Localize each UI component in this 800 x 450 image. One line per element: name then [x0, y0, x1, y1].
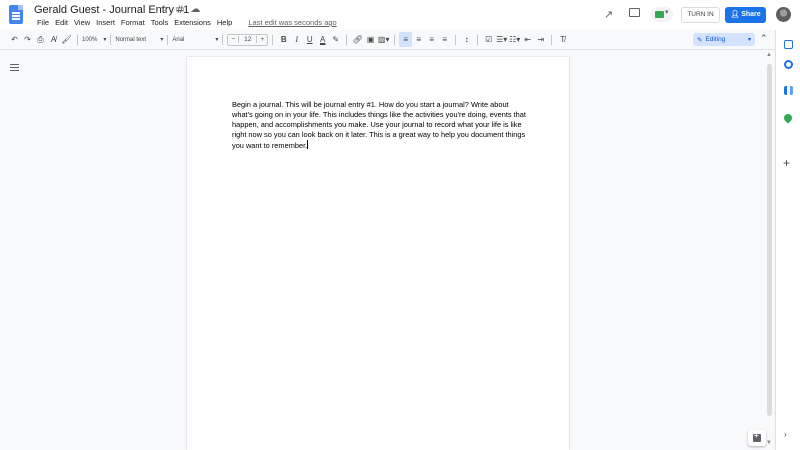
menu-view[interactable]: View [71, 18, 93, 27]
explore-icon[interactable] [748, 430, 766, 446]
keep-icon[interactable] [784, 60, 793, 69]
menu-edit[interactable]: Edit [52, 18, 71, 27]
scroll-down-icon[interactable]: ▼ [766, 440, 772, 446]
numbered-list-icon[interactable]: ☷▾ [508, 32, 521, 47]
document-page[interactable]: Begin a journal. This will be journal en… [187, 57, 569, 450]
chevron-down-icon: ▾ [160, 37, 164, 43]
bulleted-list-icon[interactable]: ☰▾ [495, 32, 508, 47]
formatting-toolbar: ↶ ↷ ⎙ A̸ 🖌︎ 100% ▾ Normal text ▾ Arial ▾ − … [8, 32, 774, 47]
underline-icon[interactable]: U [303, 32, 316, 47]
toolbar-divider [222, 34, 224, 45]
insert-image-icon[interactable]: ▨▾ [377, 32, 390, 47]
font-value: Arial [172, 36, 185, 43]
add-comment-icon[interactable]: ▣ [364, 32, 377, 47]
editing-mode-label: Editing [705, 36, 726, 43]
italic-icon[interactable]: I [290, 32, 303, 47]
zoom-value: 100% [82, 36, 98, 43]
share-person-icon: 👤︎ [730, 11, 742, 18]
vertical-scrollbar[interactable]: ▲ ▼ [766, 52, 774, 450]
title-bar: Gerald Guest - Journal Entry #1 ☆ ▭ ☁ Fi… [0, 0, 800, 30]
folder-icon[interactable]: ▭ [175, 4, 184, 15]
toolbar-divider [272, 34, 274, 45]
last-edit-link[interactable]: Last edit was seconds ago [245, 18, 339, 27]
font-size-control: − 12 + [227, 33, 269, 46]
spellcheck-icon[interactable]: A̸ [47, 32, 60, 47]
undo-icon[interactable]: ↶ [8, 32, 21, 47]
toolbar-divider [455, 34, 457, 45]
toolbar-divider [477, 34, 479, 45]
menu-tools[interactable]: Tools [148, 18, 172, 27]
decrease-font-size-button[interactable]: − [228, 36, 238, 43]
activity-trend-icon[interactable]: ↗ [604, 8, 613, 21]
toolbar-divider [551, 34, 553, 45]
pencil-icon: ✎ [697, 36, 703, 44]
menu-extensions[interactable]: Extensions [171, 18, 214, 27]
toolbar-divider [346, 34, 348, 45]
side-panel: + › [775, 30, 800, 450]
font-size-input[interactable]: 12 [238, 36, 258, 43]
scroll-thumb[interactable] [767, 64, 772, 416]
document-body[interactable]: Begin a journal. This will be journal en… [232, 100, 527, 151]
star-icon[interactable]: ☆ [160, 4, 169, 15]
share-label: Share [741, 11, 761, 18]
document-body-text: Begin a journal. This will be journal en… [232, 100, 526, 151]
zoom-select[interactable]: 100% ▾ [82, 32, 106, 47]
menu-help[interactable]: Help [214, 18, 235, 27]
decrease-indent-icon[interactable]: ⇤ [521, 32, 534, 47]
add-icon[interactable]: + [783, 156, 790, 170]
clear-formatting-icon[interactable]: T̸ [556, 32, 569, 47]
document-outline-icon[interactable] [10, 64, 19, 73]
menu-bar: File Edit View Insert Format Tools Exten… [34, 18, 340, 27]
checklist-icon[interactable]: ☑ [482, 32, 495, 47]
insert-link-icon[interactable]: 🔗︎ [351, 32, 364, 47]
toolbar-divider [394, 34, 396, 45]
toolbar-divider [167, 34, 169, 45]
text-color-icon[interactable]: A [316, 32, 329, 47]
turn-in-button[interactable]: TURN IN [681, 7, 720, 23]
tasks-icon[interactable] [784, 86, 793, 95]
docs-logo-icon[interactable] [9, 5, 23, 24]
increase-font-size-button[interactable]: + [257, 36, 267, 43]
align-right-icon[interactable]: ≡ [425, 32, 438, 47]
meet-icon[interactable] [651, 7, 673, 22]
chevron-right-icon[interactable]: › [784, 430, 787, 439]
font-select[interactable]: Arial ▾ [172, 32, 218, 47]
chevron-up-icon[interactable]: ⌃ [760, 33, 768, 44]
comments-icon[interactable] [629, 8, 640, 17]
chevron-down-icon: ▾ [103, 37, 107, 43]
account-avatar[interactable] [776, 7, 791, 22]
share-button[interactable]: 👤︎ Share [725, 7, 766, 23]
toolbar-divider [110, 34, 112, 45]
cloud-saved-icon[interactable]: ☁ [190, 4, 200, 15]
increase-indent-icon[interactable]: ⇥ [534, 32, 547, 47]
menu-insert[interactable]: Insert [93, 18, 118, 27]
toolbar-divider [77, 34, 78, 45]
maps-icon[interactable] [782, 112, 794, 124]
style-value: Normal text [115, 36, 147, 43]
calendar-icon[interactable] [784, 40, 793, 49]
style-select[interactable]: Normal text ▾ [115, 32, 163, 47]
bold-icon[interactable]: B [277, 32, 290, 47]
chevron-down-icon: ▾ [215, 37, 219, 43]
align-justify-icon[interactable]: ≡ [438, 32, 451, 47]
editing-mode-select[interactable]: ✎ Editing ▾ [693, 33, 755, 46]
chevron-down-icon: ▾ [747, 37, 751, 43]
align-left-icon[interactable]: ≡ [399, 32, 413, 47]
text-cursor [307, 140, 309, 150]
scroll-up-icon[interactable]: ▲ [766, 52, 772, 58]
align-center-icon[interactable]: ≡ [412, 32, 425, 47]
print-icon[interactable]: ⎙ [34, 32, 47, 47]
menu-format[interactable]: Format [118, 18, 148, 27]
highlight-color-icon[interactable]: ✎ [329, 32, 342, 47]
line-spacing-icon[interactable]: ↕ [460, 32, 473, 47]
menu-file[interactable]: File [34, 18, 52, 27]
paint-format-icon[interactable]: 🖌︎ [60, 32, 73, 47]
redo-icon[interactable]: ↷ [21, 32, 34, 47]
toolbar-divider-line [0, 49, 775, 50]
